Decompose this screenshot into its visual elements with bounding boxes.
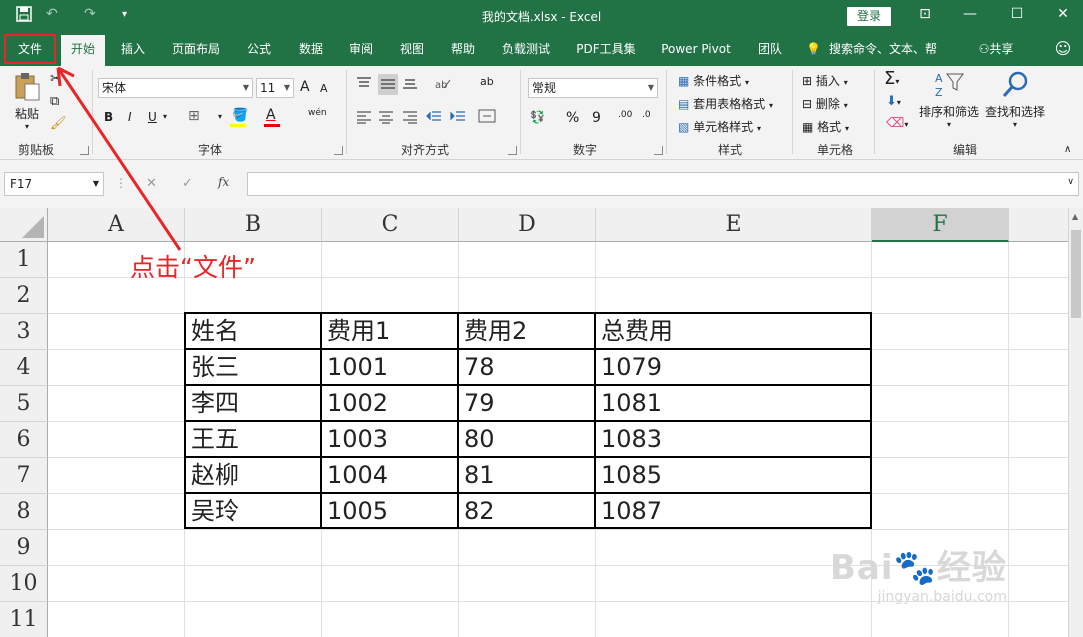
- watermark-url: jingyan.baidu.com: [877, 589, 1007, 605]
- watermark-logo: Bai🐾经验: [830, 548, 1007, 588]
- watermark: Bai🐾经验 jingyan.baidu.com: [830, 540, 1007, 605]
- annotation-text: 点击“文件”: [130, 253, 256, 282]
